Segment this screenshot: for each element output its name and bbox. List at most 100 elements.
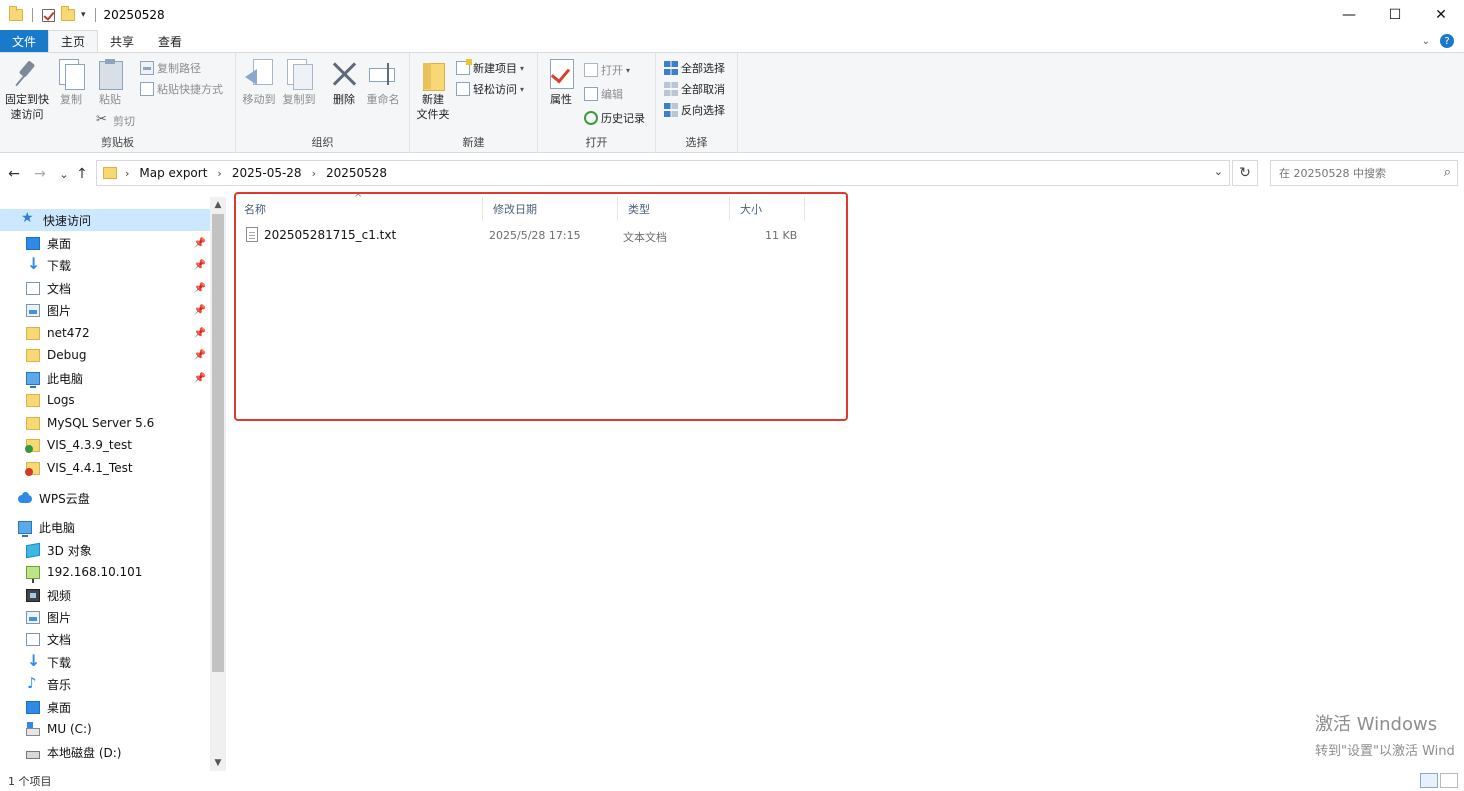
new-folder-button[interactable]: 新建 文件夹 (414, 59, 452, 122)
breadcrumb-item[interactable]: 2025-05-28 (232, 166, 302, 180)
sidebar-item-desktop-pc[interactable]: 桌面 (0, 696, 210, 718)
column-header-modified[interactable]: 修改日期 (483, 197, 618, 221)
sidebar-item-network-drive[interactable]: 192.168.10.101 (0, 561, 210, 583)
file-type: 文本文档 (623, 231, 667, 244)
sidebar-item-this-pc-pinned[interactable]: 此电脑 📌 (0, 367, 210, 389)
cloud-icon (18, 491, 32, 505)
invert-selection-button[interactable]: 反向选择 (664, 101, 725, 119)
copy-path-button[interactable]: 复制路径 (140, 59, 201, 77)
sidebar-item-debug[interactable]: Debug 📌 (0, 344, 210, 366)
watermark-line1: 激活 Windows (1315, 714, 1438, 735)
sidebar-item-wps-cloud[interactable]: WPS云盘 (0, 487, 210, 509)
sidebar-item-vis-439[interactable]: VIS_4.3.9_test (0, 434, 210, 456)
large-icons-view-button[interactable] (1440, 773, 1458, 788)
select-none-button[interactable]: 全部取消 (664, 80, 725, 98)
sidebar-item-vis-441[interactable]: VIS_4.4.1_Test (0, 457, 210, 479)
sidebar-item-quick-access[interactable]: 快速访问 (0, 209, 210, 231)
paste-button[interactable]: 粘贴 (94, 59, 126, 107)
copy-to-button[interactable]: 复制到 (280, 59, 318, 107)
minimize-button[interactable]: — (1326, 0, 1372, 30)
pin-to-quick-access-button[interactable]: 固定到快 速访问 (4, 59, 50, 122)
file-name-cell[interactable]: 202505281715_c1.txt (246, 227, 396, 242)
sidebar-item-label: MU (C:) (47, 722, 92, 736)
sidebar-item-music[interactable]: 音乐 (0, 673, 210, 695)
maximize-button[interactable]: ☐ (1372, 0, 1418, 30)
history-button[interactable]: 历史记录 (584, 109, 645, 127)
forward-button[interactable]: → (30, 163, 50, 185)
sidebar-item-this-pc[interactable]: 此电脑 (0, 516, 210, 538)
tab-home[interactable]: 主页 (48, 30, 99, 52)
organize-group-label: 组织 (311, 136, 334, 149)
tab-view[interactable]: 查看 (146, 30, 194, 52)
search-box[interactable]: ⌕ (1270, 160, 1458, 186)
chevron-down-icon[interactable]: ⌄ (1422, 36, 1430, 47)
sidebar-item-3d-objects[interactable]: 3D 对象 (0, 539, 210, 561)
copy-button[interactable]: 复制 (56, 59, 86, 107)
sidebar-item-logs[interactable]: Logs (0, 389, 210, 411)
divider (32, 8, 33, 22)
sidebar-item-label: 音乐 (47, 677, 72, 692)
sidebar-item-downloads-pc[interactable]: 下载 (0, 651, 210, 673)
help-icon[interactable]: ? (1440, 34, 1454, 48)
paste-shortcut-button[interactable]: 粘贴快捷方式 (140, 80, 223, 98)
properties-button[interactable]: 属性 (544, 59, 578, 107)
search-input[interactable] (1279, 166, 1429, 180)
easy-access-button[interactable]: 轻松访问 ▾ (456, 80, 524, 98)
close-button[interactable]: ✕ (1418, 0, 1464, 30)
sidebar-item-drive-d[interactable]: 本地磁盘 (D:) (0, 741, 210, 763)
sidebar-item-videos[interactable]: 视频 (0, 584, 210, 606)
sidebar-item-documents[interactable]: 文档 📌 (0, 277, 210, 299)
address-bar[interactable]: › Map export › 2025-05-28 › 20250528 ⌄ (96, 160, 1230, 186)
scroll-down-arrow-icon[interactable]: ▼ (210, 755, 226, 771)
text-file-icon (246, 227, 258, 242)
details-view-button[interactable] (1420, 773, 1438, 788)
sidebar-item-label: 桌面 (47, 700, 72, 715)
sidebar-item-drive-c[interactable]: MU (C:) (0, 718, 210, 740)
sidebar-item-desktop[interactable]: 桌面 📌 (0, 232, 210, 254)
tab-file[interactable]: 文件 (0, 30, 49, 52)
cut-button[interactable]: 剪切 (96, 112, 135, 130)
paste-shortcut-icon (140, 82, 154, 96)
copy-path-icon (140, 61, 154, 75)
search-icon[interactable]: ⌕ (1444, 165, 1451, 180)
back-button[interactable]: ← (4, 163, 24, 185)
open-button[interactable]: 打开 ▾ (584, 61, 630, 79)
sidebar-item-net472[interactable]: net472 📌 (0, 322, 210, 344)
refresh-button[interactable]: ↻ (1232, 160, 1258, 186)
column-header-size[interactable]: 大小 (730, 197, 805, 221)
column-header-name[interactable]: ^ 名称 (234, 193, 483, 221)
sidebar-scrollbar[interactable]: ▲ ▼ (210, 197, 226, 771)
ribbon-right-controls: ⌄ ? (1422, 34, 1454, 48)
sidebar-item-label: 文档 (47, 632, 72, 647)
folder-icon (26, 326, 40, 340)
breadcrumb-item[interactable]: Map export (139, 166, 207, 180)
file-row[interactable]: 202505281715_c1.txt 2025/5/28 17:15 文本文档… (234, 225, 804, 247)
new-folder-quick-icon[interactable] (61, 6, 75, 21)
scroll-up-arrow-icon[interactable]: ▲ (210, 197, 226, 213)
sidebar-item-documents-pc[interactable]: 文档 (0, 628, 210, 650)
select-all-button[interactable]: 全部选择 (664, 59, 725, 77)
sidebar-item-downloads[interactable]: 下载 📌 (0, 254, 210, 276)
chevron-right-icon[interactable]: › (217, 167, 221, 180)
sidebar-item-mysql[interactable]: MySQL Server 5.6 (0, 412, 210, 434)
up-button[interactable]: ↑ (72, 163, 92, 185)
title-bar: ▾ 20250528 — ☐ ✕ (0, 0, 1464, 30)
customize-toolbar-chevron-icon[interactable]: ▾ (81, 10, 86, 20)
sidebar-item-pictures-pc[interactable]: 图片 (0, 606, 210, 628)
edit-button[interactable]: 编辑 (584, 85, 623, 103)
rename-button[interactable]: 重命名 (364, 59, 402, 107)
recent-locations-button[interactable]: ⌄ (54, 163, 74, 185)
breadcrumb-item[interactable]: 20250528 (326, 166, 387, 180)
chevron-right-icon[interactable]: › (312, 167, 316, 180)
chevron-right-icon[interactable]: › (125, 167, 129, 180)
sidebar-item-pictures[interactable]: 图片 📌 (0, 299, 210, 321)
chevron-down-icon[interactable]: ⌄ (1214, 165, 1223, 178)
properties-quick-icon[interactable] (42, 8, 55, 22)
sidebar-item-label: 此电脑 (39, 520, 76, 535)
new-item-button[interactable]: 新建项目 ▾ (456, 59, 524, 77)
delete-button[interactable]: 删除 (330, 59, 358, 107)
scrollbar-thumb[interactable] (212, 214, 224, 672)
tab-share[interactable]: 共享 (98, 30, 146, 52)
move-to-button[interactable]: 移动到 (240, 59, 278, 107)
column-header-type[interactable]: 类型 (618, 197, 730, 221)
